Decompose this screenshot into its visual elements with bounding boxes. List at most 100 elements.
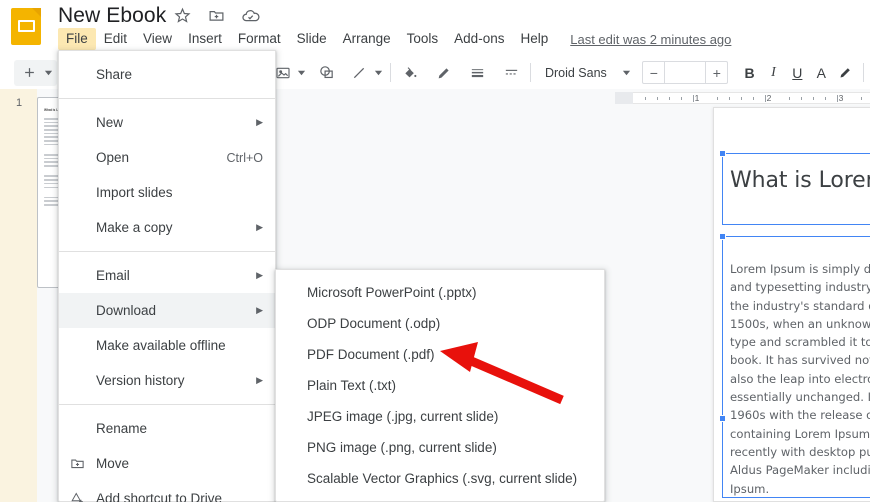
- slide-filmstrip: 1: [0, 89, 37, 502]
- menu-format[interactable]: Format: [230, 28, 289, 50]
- file-menu-item-open[interactable]: Open Ctrl+O: [59, 140, 275, 175]
- font-size-increase-button[interactable]: +: [706, 62, 727, 83]
- font-size-stepper[interactable]: − +: [642, 61, 729, 84]
- text-color-button[interactable]: A: [809, 60, 833, 86]
- title-handle-tl[interactable]: [719, 150, 726, 157]
- line-icon[interactable]: [346, 60, 372, 86]
- underline-button[interactable]: U: [785, 60, 809, 86]
- shape-icon[interactable]: [313, 60, 339, 86]
- ruler-label-3: 3: [838, 93, 844, 103]
- file-menu-item-add-shortcut-to-drive[interactable]: Add shortcut to Drive: [59, 481, 275, 502]
- cloud-saved-icon[interactable]: [240, 5, 261, 26]
- border-dash-icon[interactable]: [498, 60, 524, 86]
- new-slide-dropdown-icon[interactable]: [42, 68, 55, 77]
- title-bar-icons: [172, 5, 261, 26]
- border-weight-icon[interactable]: [464, 60, 490, 86]
- google-slides-logo[interactable]: [7, 6, 45, 46]
- file-menu-label-add-shortcut-to-drive: Add shortcut to Drive: [96, 491, 223, 502]
- menu-tools[interactable]: Tools: [399, 28, 447, 50]
- font-family-select[interactable]: Droid Sans: [541, 66, 620, 80]
- file-menu-item-version-history[interactable]: Version history ▶: [59, 363, 275, 398]
- file-menu-separator-2: [59, 251, 275, 252]
- highlight-pen-icon[interactable]: [833, 60, 857, 86]
- chevron-right-icon: ▶: [256, 222, 263, 232]
- download-item-pdf[interactable]: PDF Document (.pdf): [276, 339, 604, 370]
- new-slide-group[interactable]: [14, 59, 57, 86]
- file-dropdown-menu[interactable]: Share New ▶ Open Ctrl+O Import slides Ma…: [58, 50, 276, 502]
- chevron-right-icon: ▶: [256, 270, 263, 280]
- download-submenu[interactable]: Microsoft PowerPoint (.pptx) ODP Documen…: [275, 269, 605, 502]
- ruler-label-1: 1: [694, 93, 700, 103]
- document-title[interactable]: New Ebook: [58, 4, 166, 28]
- file-menu-label-open: Open: [96, 150, 130, 165]
- download-item-odp[interactable]: ODP Document (.odp): [276, 308, 604, 339]
- body-handle-tl[interactable]: [719, 233, 726, 240]
- last-edit-link[interactable]: Last edit was 2 minutes ago: [570, 32, 731, 47]
- download-item-pptx[interactable]: Microsoft PowerPoint (.pptx): [276, 277, 604, 308]
- download-item-svg[interactable]: Scalable Vector Graphics (.svg, current …: [276, 463, 604, 494]
- italic-button[interactable]: I: [761, 60, 785, 86]
- chevron-right-icon: ▶: [256, 375, 263, 385]
- menu-addons[interactable]: Add-ons: [446, 28, 512, 50]
- chevron-right-icon: ▶: [256, 117, 263, 127]
- font-size-input[interactable]: [664, 62, 707, 83]
- file-menu-label-rename: Rename: [96, 421, 148, 436]
- file-menu-label-new: New: [96, 115, 124, 130]
- file-menu-label-email: Email: [96, 268, 130, 283]
- file-menu-label-move: Move: [96, 456, 130, 471]
- file-menu-label-import-slides: Import slides: [96, 185, 173, 200]
- menu-arrange[interactable]: Arrange: [335, 28, 399, 50]
- google-slides-window: New Ebook File Edit View Insert Format S…: [0, 0, 870, 502]
- menu-view[interactable]: View: [135, 28, 180, 50]
- add-shortcut-drive-icon: [59, 491, 96, 502]
- font-dropdown-icon[interactable]: [620, 68, 632, 77]
- new-slide-button[interactable]: [16, 60, 42, 86]
- menu-insert[interactable]: Insert: [180, 28, 230, 50]
- file-menu-label-download: Download: [96, 303, 157, 318]
- border-color-icon[interactable]: [431, 60, 457, 86]
- ruler-label-2: 2: [766, 93, 772, 103]
- fill-color-icon[interactable]: [397, 60, 423, 86]
- file-menu-item-rename[interactable]: Rename: [59, 411, 275, 446]
- menu-file[interactable]: File: [58, 28, 96, 50]
- menu-edit[interactable]: Edit: [96, 28, 135, 50]
- menu-bar: File Edit View Insert Format Slide Arran…: [58, 28, 731, 50]
- menu-slide[interactable]: Slide: [289, 28, 335, 50]
- file-menu-item-download[interactable]: Download ▶: [59, 293, 275, 328]
- file-menu-label-version-history: Version history: [96, 373, 185, 388]
- file-menu-label-share: Share: [96, 67, 133, 82]
- file-menu-separator-1: [59, 98, 275, 99]
- font-size-decrease-button[interactable]: −: [643, 62, 664, 83]
- file-menu-item-new[interactable]: New ▶: [59, 105, 275, 140]
- file-menu-item-make-a-copy[interactable]: Make a copy ▶: [59, 210, 275, 245]
- slide-paragraph-1: Lorem Ipsum is simply dummy text of the …: [730, 262, 870, 496]
- body-handle-bl[interactable]: [719, 415, 726, 422]
- download-item-txt[interactable]: Plain Text (.txt): [276, 370, 604, 401]
- image-dropdown-icon[interactable]: [296, 68, 308, 77]
- bold-button[interactable]: B: [738, 60, 762, 86]
- download-item-jpg[interactable]: JPEG image (.jpg, current slide): [276, 401, 604, 432]
- toolbar-divider-2: [530, 63, 532, 82]
- file-menu-item-share[interactable]: Share: [59, 57, 275, 92]
- horizontal-ruler: 1 2 3 4: [615, 90, 870, 105]
- toolbar-divider-3: [863, 63, 865, 82]
- slide-canvas[interactable]: What is Lorem Ipsum Lorem Ipsum is simpl…: [713, 107, 870, 502]
- slide-number: 1: [16, 97, 23, 109]
- toolbar-divider-1: [390, 63, 392, 82]
- file-menu-item-make-available-offline[interactable]: Make available offline: [59, 328, 275, 363]
- chevron-right-icon: ▶: [256, 305, 263, 315]
- file-menu-item-email[interactable]: Email ▶: [59, 258, 275, 293]
- star-icon[interactable]: [172, 5, 193, 26]
- download-item-png[interactable]: PNG image (.png, current slide): [276, 432, 604, 463]
- move-folder-icon: [59, 456, 96, 471]
- file-menu-separator-3: [59, 404, 275, 405]
- file-menu-label-make-available-offline: Make available offline: [96, 338, 226, 353]
- ruler-scale: 1 2 3 4: [633, 92, 870, 104]
- move-to-folder-icon[interactable]: [206, 5, 227, 26]
- file-menu-item-import-slides[interactable]: Import slides: [59, 175, 275, 210]
- line-dropdown-icon[interactable]: [372, 68, 384, 77]
- file-menu-item-move[interactable]: Move: [59, 446, 275, 481]
- menu-help[interactable]: Help: [512, 28, 556, 50]
- slide-title: What is Lorem Ipsum: [730, 168, 870, 193]
- slide-body-text: Lorem Ipsum is simply dummy text of the …: [730, 260, 870, 502]
